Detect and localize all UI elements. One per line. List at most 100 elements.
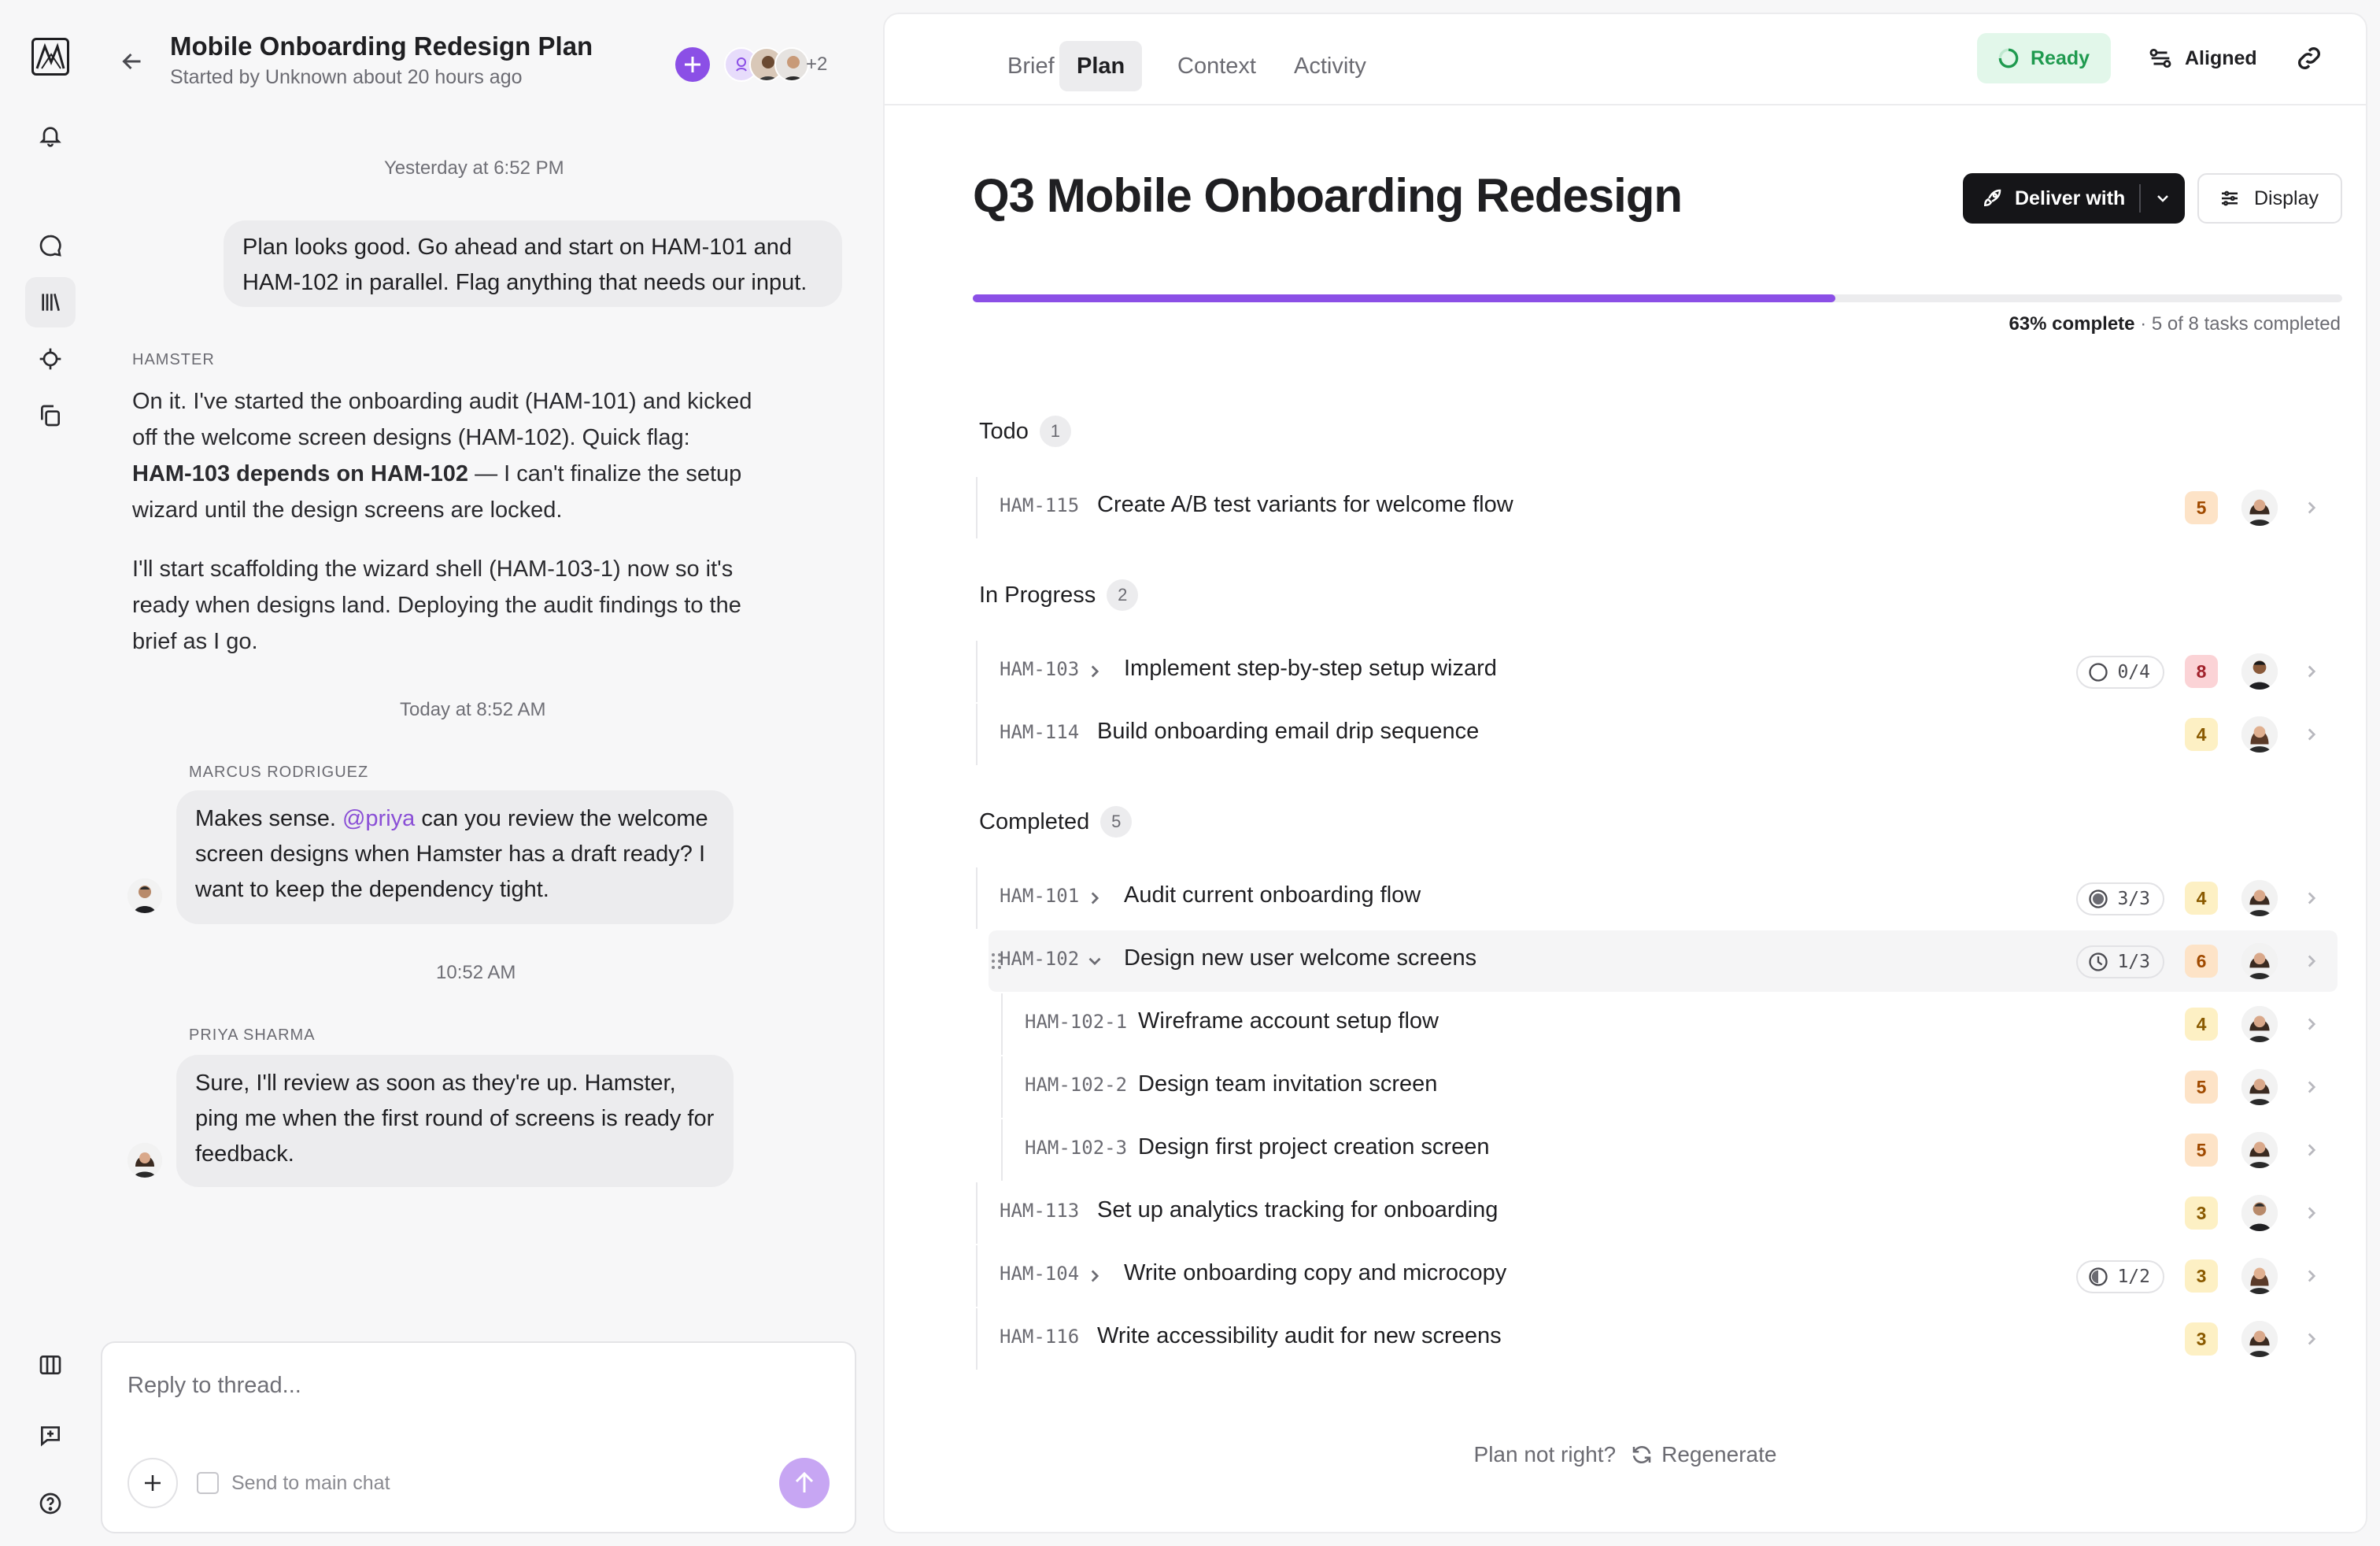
subtask-row[interactable]: HAM-102-3 Design first project creation …	[996, 1119, 2338, 1181]
task-name: Build onboarding email drip sequence	[1097, 719, 1480, 744]
task-name: Wireframe account setup flow	[1138, 1008, 1439, 1034]
plan-progress-fill	[973, 294, 1836, 302]
timestamp: Today at 8:52 AM	[400, 699, 546, 720]
section-title: In Progress	[979, 582, 1096, 608]
chevron-right-icon[interactable]	[2301, 1077, 2322, 1097]
task-id: HAM-114	[1000, 721, 1080, 743]
progress-ring-icon	[2089, 890, 2108, 908]
priya-message-bubble: Sure, I'll review as soon as they're up.…	[176, 1055, 734, 1187]
points-badge: 4	[2185, 1008, 2218, 1041]
section-todo: Todo 1	[979, 416, 1071, 447]
task-id: HAM-113	[1000, 1200, 1080, 1222]
left-rail	[0, 0, 101, 1546]
message-text: Sure, I'll review as soon as they're up.…	[195, 1071, 715, 1167]
task-id: HAM-104	[1000, 1263, 1080, 1285]
chevron-right-icon[interactable]	[2301, 888, 2322, 908]
points-badge: 5	[2185, 1071, 2218, 1104]
reply-input[interactable]: Reply to thread...	[128, 1373, 820, 1399]
chevron-right-icon[interactable]	[2301, 724, 2322, 745]
timestamp: 10:52 AM	[436, 962, 516, 983]
assignee-avatar	[2241, 943, 2278, 979]
priya-avatar	[128, 1143, 162, 1178]
add-participant-button[interactable]	[675, 47, 710, 82]
message-author: PRIYA SHARMA	[189, 1026, 316, 1044]
deliver-with-button[interactable]: Deliver with	[1963, 173, 2185, 224]
points-badge: 4	[2185, 882, 2218, 915]
help-icon[interactable]	[25, 1478, 76, 1529]
assignee-avatar	[2241, 1006, 2278, 1042]
user-mention[interactable]: @priya	[342, 806, 415, 831]
display-button[interactable]: Display	[2197, 173, 2342, 224]
chevron-right-icon[interactable]	[2301, 1014, 2322, 1034]
library-icon[interactable]	[25, 277, 76, 327]
chevron-right-icon[interactable]	[2301, 1329, 2322, 1349]
subtask-progress: 1/2	[2076, 1260, 2164, 1293]
chat-icon[interactable]	[25, 220, 76, 271]
rocket-icon	[1983, 189, 2001, 207]
assignee-avatar	[2241, 1132, 2278, 1168]
link-icon[interactable]	[2293, 43, 2325, 74]
task-row[interactable]: HAM-101 Audit current onboarding flow 3/…	[971, 867, 2338, 929]
task-id: HAM-103	[1000, 658, 1080, 680]
task-name: Design new user welcome screens	[1124, 945, 1477, 971]
plan-title: Q3 Mobile Onboarding Redesign	[973, 169, 1683, 222]
chevron-right-icon[interactable]	[2301, 661, 2322, 682]
attach-button[interactable]	[128, 1458, 178, 1508]
task-row-expanded[interactable]: HAM-102 Design new user welcome screens …	[989, 930, 2338, 992]
target-icon[interactable]	[25, 334, 76, 384]
subtask-progress-label: 3/3	[2117, 889, 2150, 909]
expand-chevron-icon[interactable]	[1085, 1266, 1105, 1286]
hamster-message: On it. I've started the onboarding audit…	[132, 383, 754, 528]
points-badge: 4	[2185, 718, 2218, 751]
points-badge: 3	[2185, 1196, 2218, 1230]
send-to-main-checkbox[interactable]	[197, 1472, 219, 1494]
columns-icon[interactable]	[25, 1340, 76, 1390]
app-logo[interactable]	[31, 38, 69, 76]
task-id: HAM-102-1	[1025, 1011, 1128, 1033]
task-row[interactable]: HAM-103 Implement step-by-step setup wiz…	[971, 641, 2338, 702]
timestamp: Yesterday at 6:52 PM	[384, 157, 564, 179]
tab-context[interactable]: Context	[1160, 41, 1273, 91]
refresh-icon	[1632, 1446, 1651, 1463]
back-arrow-icon[interactable]	[118, 47, 146, 76]
expand-chevron-icon[interactable]	[1085, 888, 1105, 908]
feedback-icon[interactable]	[25, 1411, 76, 1461]
subtask-row[interactable]: HAM-102-2 Design team invitation screen …	[996, 1056, 2338, 1118]
aligned-button[interactable]: Aligned	[2133, 33, 2267, 83]
subtask-progress: 1/3	[2076, 945, 2164, 978]
send-button[interactable]	[779, 1458, 830, 1508]
task-row[interactable]: HAM-113 Set up analytics tracking for on…	[971, 1182, 2338, 1244]
copy-icon[interactable]	[25, 390, 76, 441]
assignee-avatar	[2241, 1069, 2278, 1105]
bell-icon[interactable]	[25, 110, 76, 161]
marcus-message-bubble: Makes sense. @priya can you review the w…	[176, 790, 734, 924]
task-row[interactable]: HAM-104 Write onboarding copy and microc…	[971, 1245, 2338, 1307]
task-row[interactable]: HAM-116 Write accessibility audit for ne…	[971, 1308, 2338, 1370]
subtask-progress-label: 1/2	[2117, 1267, 2150, 1287]
section-title: Completed	[979, 808, 1090, 834]
chevron-right-icon[interactable]	[2301, 1266, 2322, 1286]
assignee-avatar	[2241, 1258, 2278, 1294]
chevron-right-icon[interactable]	[2301, 1140, 2322, 1160]
chevron-right-icon[interactable]	[2301, 1203, 2322, 1223]
message-text: I'll start scaffolding the wizard shell …	[132, 557, 741, 654]
status-label: Ready	[2031, 46, 2090, 69]
collapse-chevron-icon[interactable]	[1085, 951, 1105, 971]
subtask-row[interactable]: HAM-102-1 Wireframe account setup flow 4	[996, 993, 2338, 1055]
chevron-right-icon[interactable]	[2301, 497, 2322, 518]
hamster-message: I'll start scaffolding the wizard shell …	[132, 551, 770, 660]
task-row[interactable]: HAM-114 Build onboarding email drip sequ…	[971, 704, 2338, 765]
chevron-right-icon[interactable]	[2301, 951, 2322, 971]
regenerate-button[interactable]: Regenerate	[1630, 1442, 1776, 1467]
status-badge[interactable]: Ready	[1977, 33, 2111, 83]
assignee-avatar	[2241, 490, 2278, 526]
tab-activity[interactable]: Activity	[1277, 41, 1384, 91]
task-name: Design first project creation screen	[1138, 1134, 1490, 1160]
tab-plan[interactable]: Plan	[1059, 41, 1143, 91]
section-title: Todo	[979, 418, 1029, 444]
expand-chevron-icon[interactable]	[1085, 661, 1105, 682]
task-name: Set up analytics tracking for onboarding	[1097, 1197, 1499, 1222]
progress-ring-icon	[2089, 1267, 2108, 1286]
task-row[interactable]: HAM-115 Create A/B test variants for wel…	[971, 477, 2338, 538]
section-in-progress: In Progress 2	[979, 579, 1139, 611]
